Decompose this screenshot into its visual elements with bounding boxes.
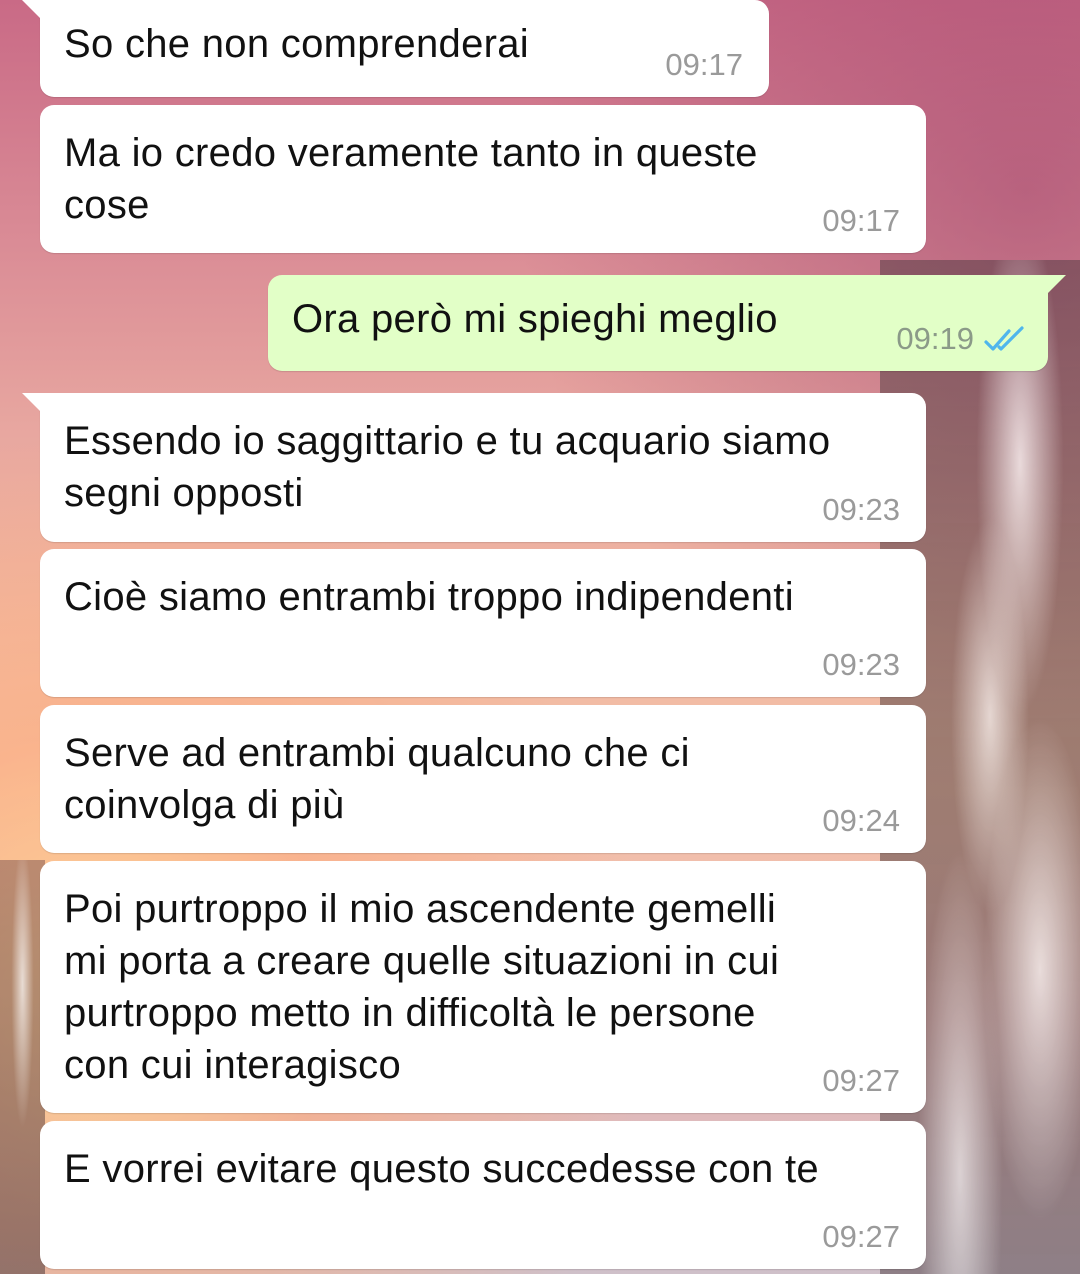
- message-bubble-incoming[interactable]: E vorrei evitare questo succedesse con t…: [40, 1121, 926, 1269]
- message-timestamp: 09:27: [822, 1063, 900, 1098]
- message-text: Essendo io saggittario e tu acquario sia…: [64, 419, 831, 515]
- message-timestamp: 09:19: [896, 321, 974, 356]
- message-text: E vorrei evitare questo succedesse con t…: [64, 1147, 819, 1191]
- message-bubble-incoming[interactable]: Serve ad entrambi qualcuno che ci coinvo…: [40, 705, 926, 853]
- message-bubble-incoming[interactable]: So che non comprenderai 09:17: [22, 0, 769, 97]
- message-bubble-outgoing[interactable]: Ora però mi spieghi meglio 09:19: [268, 275, 1066, 371]
- bubble-tail: [22, 0, 44, 22]
- message-text: Cioè siamo entrambi troppo indipendenti: [64, 575, 794, 619]
- message-text: Poi purtroppo il mio ascendente gemelli …: [64, 887, 780, 1087]
- message-bubble-incoming[interactable]: Ma io credo veramente tanto in queste co…: [40, 105, 926, 253]
- message-timestamp: 09:17: [822, 203, 900, 238]
- message-timestamp: 09:24: [822, 803, 900, 838]
- message-text: So che non comprenderai: [64, 22, 529, 66]
- bubble-tail: [1044, 275, 1066, 297]
- message-text: Ma io credo veramente tanto in queste co…: [64, 131, 758, 227]
- message-bubble-incoming[interactable]: Cioè siamo entrambi troppo indipendenti …: [40, 549, 926, 697]
- message-bubble-incoming[interactable]: Essendo io saggittario e tu acquario sia…: [22, 393, 926, 542]
- wallpaper-snowy-trees-left: [0, 860, 45, 1274]
- message-bubble-incoming[interactable]: Poi purtroppo il mio ascendente gemelli …: [40, 861, 926, 1113]
- message-timestamp: 09:27: [822, 1219, 900, 1254]
- message-timestamp: 09:17: [665, 47, 743, 82]
- message-text: Serve ad entrambi qualcuno che ci coinvo…: [64, 731, 690, 827]
- bubble-tail: [22, 393, 44, 415]
- message-timestamp: 09:23: [822, 647, 900, 682]
- message-timestamp: 09:23: [822, 492, 900, 527]
- double-check-read-icon: [984, 326, 1024, 351]
- message-text: Ora però mi spieghi meglio: [292, 297, 778, 341]
